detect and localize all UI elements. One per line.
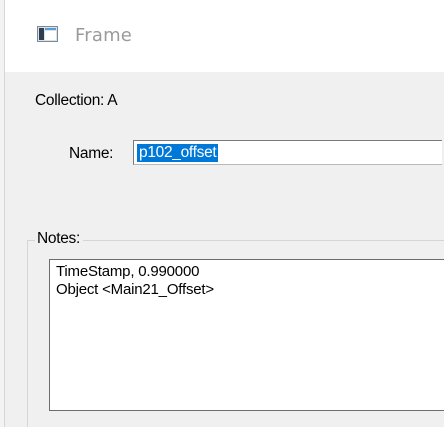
name-label: Name: [69, 145, 114, 162]
notes-line: TimeStamp, 0.990000 [56, 263, 200, 280]
notes-label: Notes: [35, 230, 83, 248]
notes-line: Object <Main21_Offset> [56, 281, 214, 298]
window-title: Frame [75, 25, 133, 46]
frame-window-icon [37, 26, 58, 42]
name-input-selected-text: p102_offset [137, 144, 219, 162]
collection-label: Collection: A [35, 92, 118, 109]
dialog-body: Collection: A Name: p102_offset Notes: T… [5, 72, 444, 427]
title-bar[interactable]: Frame [5, 0, 444, 72]
name-input[interactable]: p102_offset [133, 140, 442, 165]
notes-textarea[interactable]: TimeStamp, 0.990000 Object <Main21_Offse… [49, 259, 444, 411]
